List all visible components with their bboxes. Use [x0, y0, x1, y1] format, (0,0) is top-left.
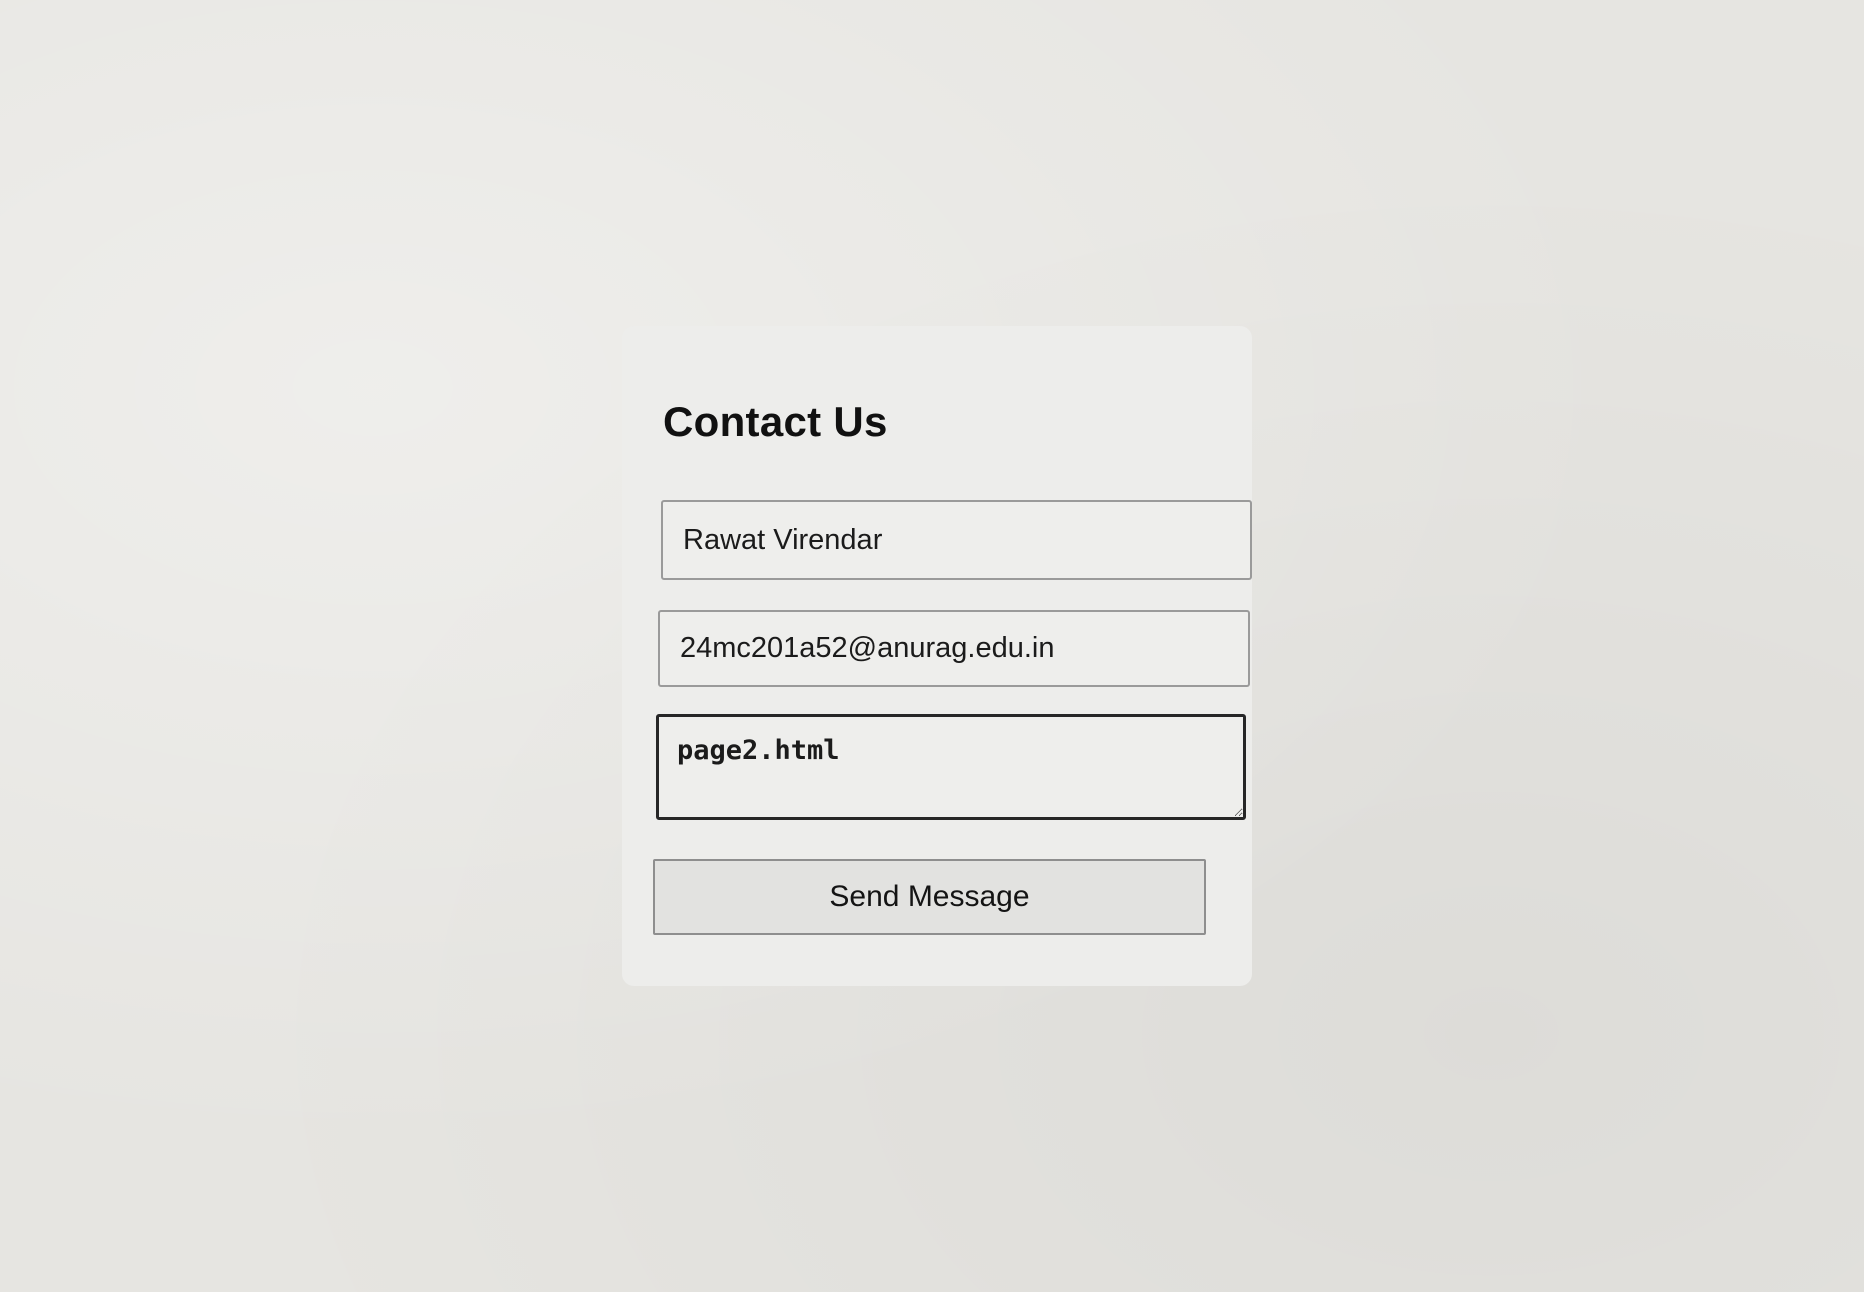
- name-input[interactable]: [661, 500, 1252, 580]
- send-message-button[interactable]: Send Message: [653, 859, 1206, 935]
- page-title: Contact Us: [663, 398, 888, 445]
- email-input[interactable]: [658, 610, 1250, 687]
- message-textarea[interactable]: page2.html: [656, 714, 1246, 820]
